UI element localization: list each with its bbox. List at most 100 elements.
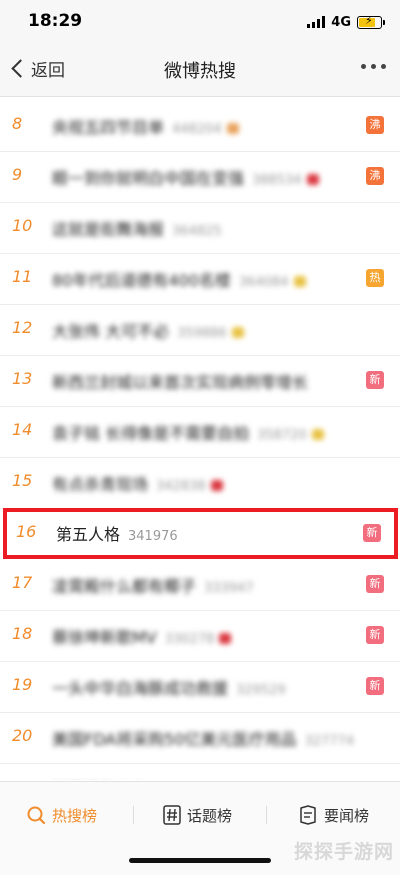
topic-title-wrap: 美国FDA将采购50亿美元医疗用品 327774: [52, 726, 354, 750]
list-item[interactable]: 18 蔡徐坤新歌MV 330278 新: [0, 610, 400, 662]
rank-number: 20: [12, 726, 33, 745]
rank-number: 13: [12, 369, 33, 388]
topic-title: 80年代后道德有400名楼: [52, 271, 231, 290]
rank-number: 16: [16, 522, 37, 541]
rank-number: 8: [12, 114, 23, 133]
tab-label: 热搜榜: [52, 806, 98, 825]
search-count: 342838: [156, 479, 206, 494]
topic-title: 大张伟 大可不必: [52, 322, 170, 341]
search-count: 329529: [236, 683, 286, 698]
list-item[interactable]: 11 80年代后道德有400名楼 364084 热: [0, 253, 400, 305]
tab-label: 话题榜: [187, 806, 233, 825]
topic-title-wrap: 大张伟 大可不必 359886: [52, 318, 244, 342]
tab-divider: [266, 806, 267, 824]
list-item[interactable]: 17 凌霄殿什么都有椰子 333947 新: [0, 559, 400, 611]
topic-title: 袁子铭 长得像是不需要自拍: [52, 424, 250, 443]
topic-title: 一头中华白海豚成功救援: [52, 679, 229, 698]
topic-title: 美国FDA将采购50亿美元医疗用品: [52, 730, 297, 749]
list-item[interactable]: 19 一头中华白海豚成功救援 329529 新: [0, 661, 400, 713]
topic-hash-icon: [163, 805, 181, 825]
rank-number: 18: [12, 624, 33, 643]
search-count: 327774: [304, 734, 355, 749]
list-item[interactable]: 13 新西兰封城以来首次实现病例零增长 新: [0, 355, 400, 407]
rank-number: 11: [12, 267, 33, 286]
rank-number: 12: [12, 318, 33, 337]
status-indicators: 4G ⚡: [307, 13, 385, 31]
status-badge: 新: [366, 575, 384, 593]
list-item[interactable]: 21 刘涛读怎么办: [0, 763, 400, 780]
list-item[interactable]: 14 袁子铭 长得像是不需要自拍 358720: [0, 406, 400, 458]
topic-title: 新西兰封城以来首次实现病例零增长: [52, 373, 309, 392]
rank-number: 10: [12, 216, 33, 235]
topic-title: 眼一到你就明白中国在变强: [52, 169, 245, 188]
search-count: 388534: [252, 173, 302, 188]
topic-title: 凌霄殿什么都有椰子: [52, 577, 197, 596]
topic-title-wrap: 眼一到你就明白中国在变强 388534: [52, 165, 319, 189]
list-item[interactable]: 12 大张伟 大可不必 359886: [0, 304, 400, 356]
topic-title-wrap: 央视五四节目单 448204: [52, 114, 239, 138]
list-item[interactable]: 20 美国FDA将采购50亿美元医疗用品 327774: [0, 712, 400, 764]
status-bar: 18:29 4G ⚡: [0, 0, 400, 44]
watermark: 探探手游网: [293, 841, 394, 863]
search-count: 330278: [164, 632, 215, 647]
search-count: 341976: [128, 529, 178, 544]
more-options-button[interactable]: [361, 64, 386, 69]
list-item[interactable]: 8 央视五四节目单 448204 沸: [0, 100, 400, 152]
emoji-icon: [226, 123, 239, 134]
topic-title-wrap: 刘涛读怎么办: [52, 777, 148, 780]
more-dots-icon: [361, 64, 366, 69]
network-type: 4G: [331, 14, 351, 30]
list-item-highlighted[interactable]: 16 第五人格 341976 新: [3, 508, 398, 559]
tab-news[interactable]: 要闻榜: [298, 804, 369, 826]
status-time: 18:29: [28, 11, 83, 31]
list-item[interactable]: 15 有点杀青现场 342838: [0, 457, 400, 509]
list-item[interactable]: 10 这就是街舞海报 364825: [0, 202, 400, 254]
search-count: 359886: [177, 326, 227, 341]
status-badge: 新: [366, 371, 384, 389]
tab-hot-search[interactable]: 热搜榜: [26, 804, 97, 826]
status-badge: 沸: [366, 167, 384, 185]
hot-search-list: 8 央视五四节目单 448204 沸 9 眼一到你就明白中国在变强 388534 沸 10 这就是…: [0, 97, 400, 780]
topic-title: 蔡徐坤新歌MV: [52, 628, 157, 647]
rank-number: 14: [12, 420, 33, 439]
topic-title-wrap: 袁子铭 长得像是不需要自拍 358720: [52, 420, 324, 444]
status-badge: 沸: [366, 116, 384, 134]
back-button[interactable]: 返回: [8, 56, 65, 81]
search-count: 448204: [172, 122, 222, 137]
topic-title-wrap: 新西兰封城以来首次实现病例零增长: [52, 369, 308, 393]
emoji-icon: [231, 327, 244, 338]
rank-number: 17: [12, 573, 33, 592]
topic-title-wrap: 凌霄殿什么都有椰子 333947: [52, 573, 254, 597]
status-badge: 热: [366, 269, 384, 287]
topic-title: 央视五四节目单: [52, 118, 165, 137]
rank-number: 21: [12, 777, 42, 780]
list-item[interactable]: 9 眼一到你就明白中国在变强 388534 沸: [0, 151, 400, 203]
status-badge: 新: [363, 524, 381, 542]
rank-number: 15: [12, 471, 33, 490]
topic-title: 第五人格: [56, 525, 121, 544]
emoji-icon: [306, 174, 319, 185]
signal-icon: [307, 16, 326, 28]
status-badge: 新: [366, 677, 384, 695]
topic-title-wrap: 80年代后道德有400名楼 364084: [52, 267, 306, 291]
tab-label: 要闻榜: [324, 806, 370, 825]
tab-divider: [133, 806, 134, 824]
emoji-icon: [293, 276, 306, 287]
nav-bar: 返回 微博热搜: [0, 44, 400, 97]
battery-icon: ⚡: [357, 14, 385, 29]
hot-search-icon: [27, 806, 46, 825]
topic-title-wrap: 第五人格 341976: [56, 521, 178, 545]
topic-title-wrap: 有点杀青现场 342838: [52, 471, 223, 495]
back-label: 返回: [31, 61, 65, 81]
chevron-left-icon: [11, 59, 30, 78]
tab-topics[interactable]: 话题榜: [163, 804, 232, 826]
search-count: 333947: [204, 581, 254, 596]
emoji-icon: [311, 429, 324, 440]
search-count: 358720: [257, 428, 307, 443]
topic-title: 这就是街舞海报: [52, 220, 165, 239]
search-count: 364084: [238, 275, 289, 290]
rank-number: 19: [12, 675, 33, 694]
topic-title: 有点杀青现场: [52, 475, 149, 494]
topic-title-wrap: 这就是街舞海报 364825: [52, 216, 222, 240]
topic-title-wrap: 一头中华白海豚成功救援 329529: [52, 675, 286, 699]
